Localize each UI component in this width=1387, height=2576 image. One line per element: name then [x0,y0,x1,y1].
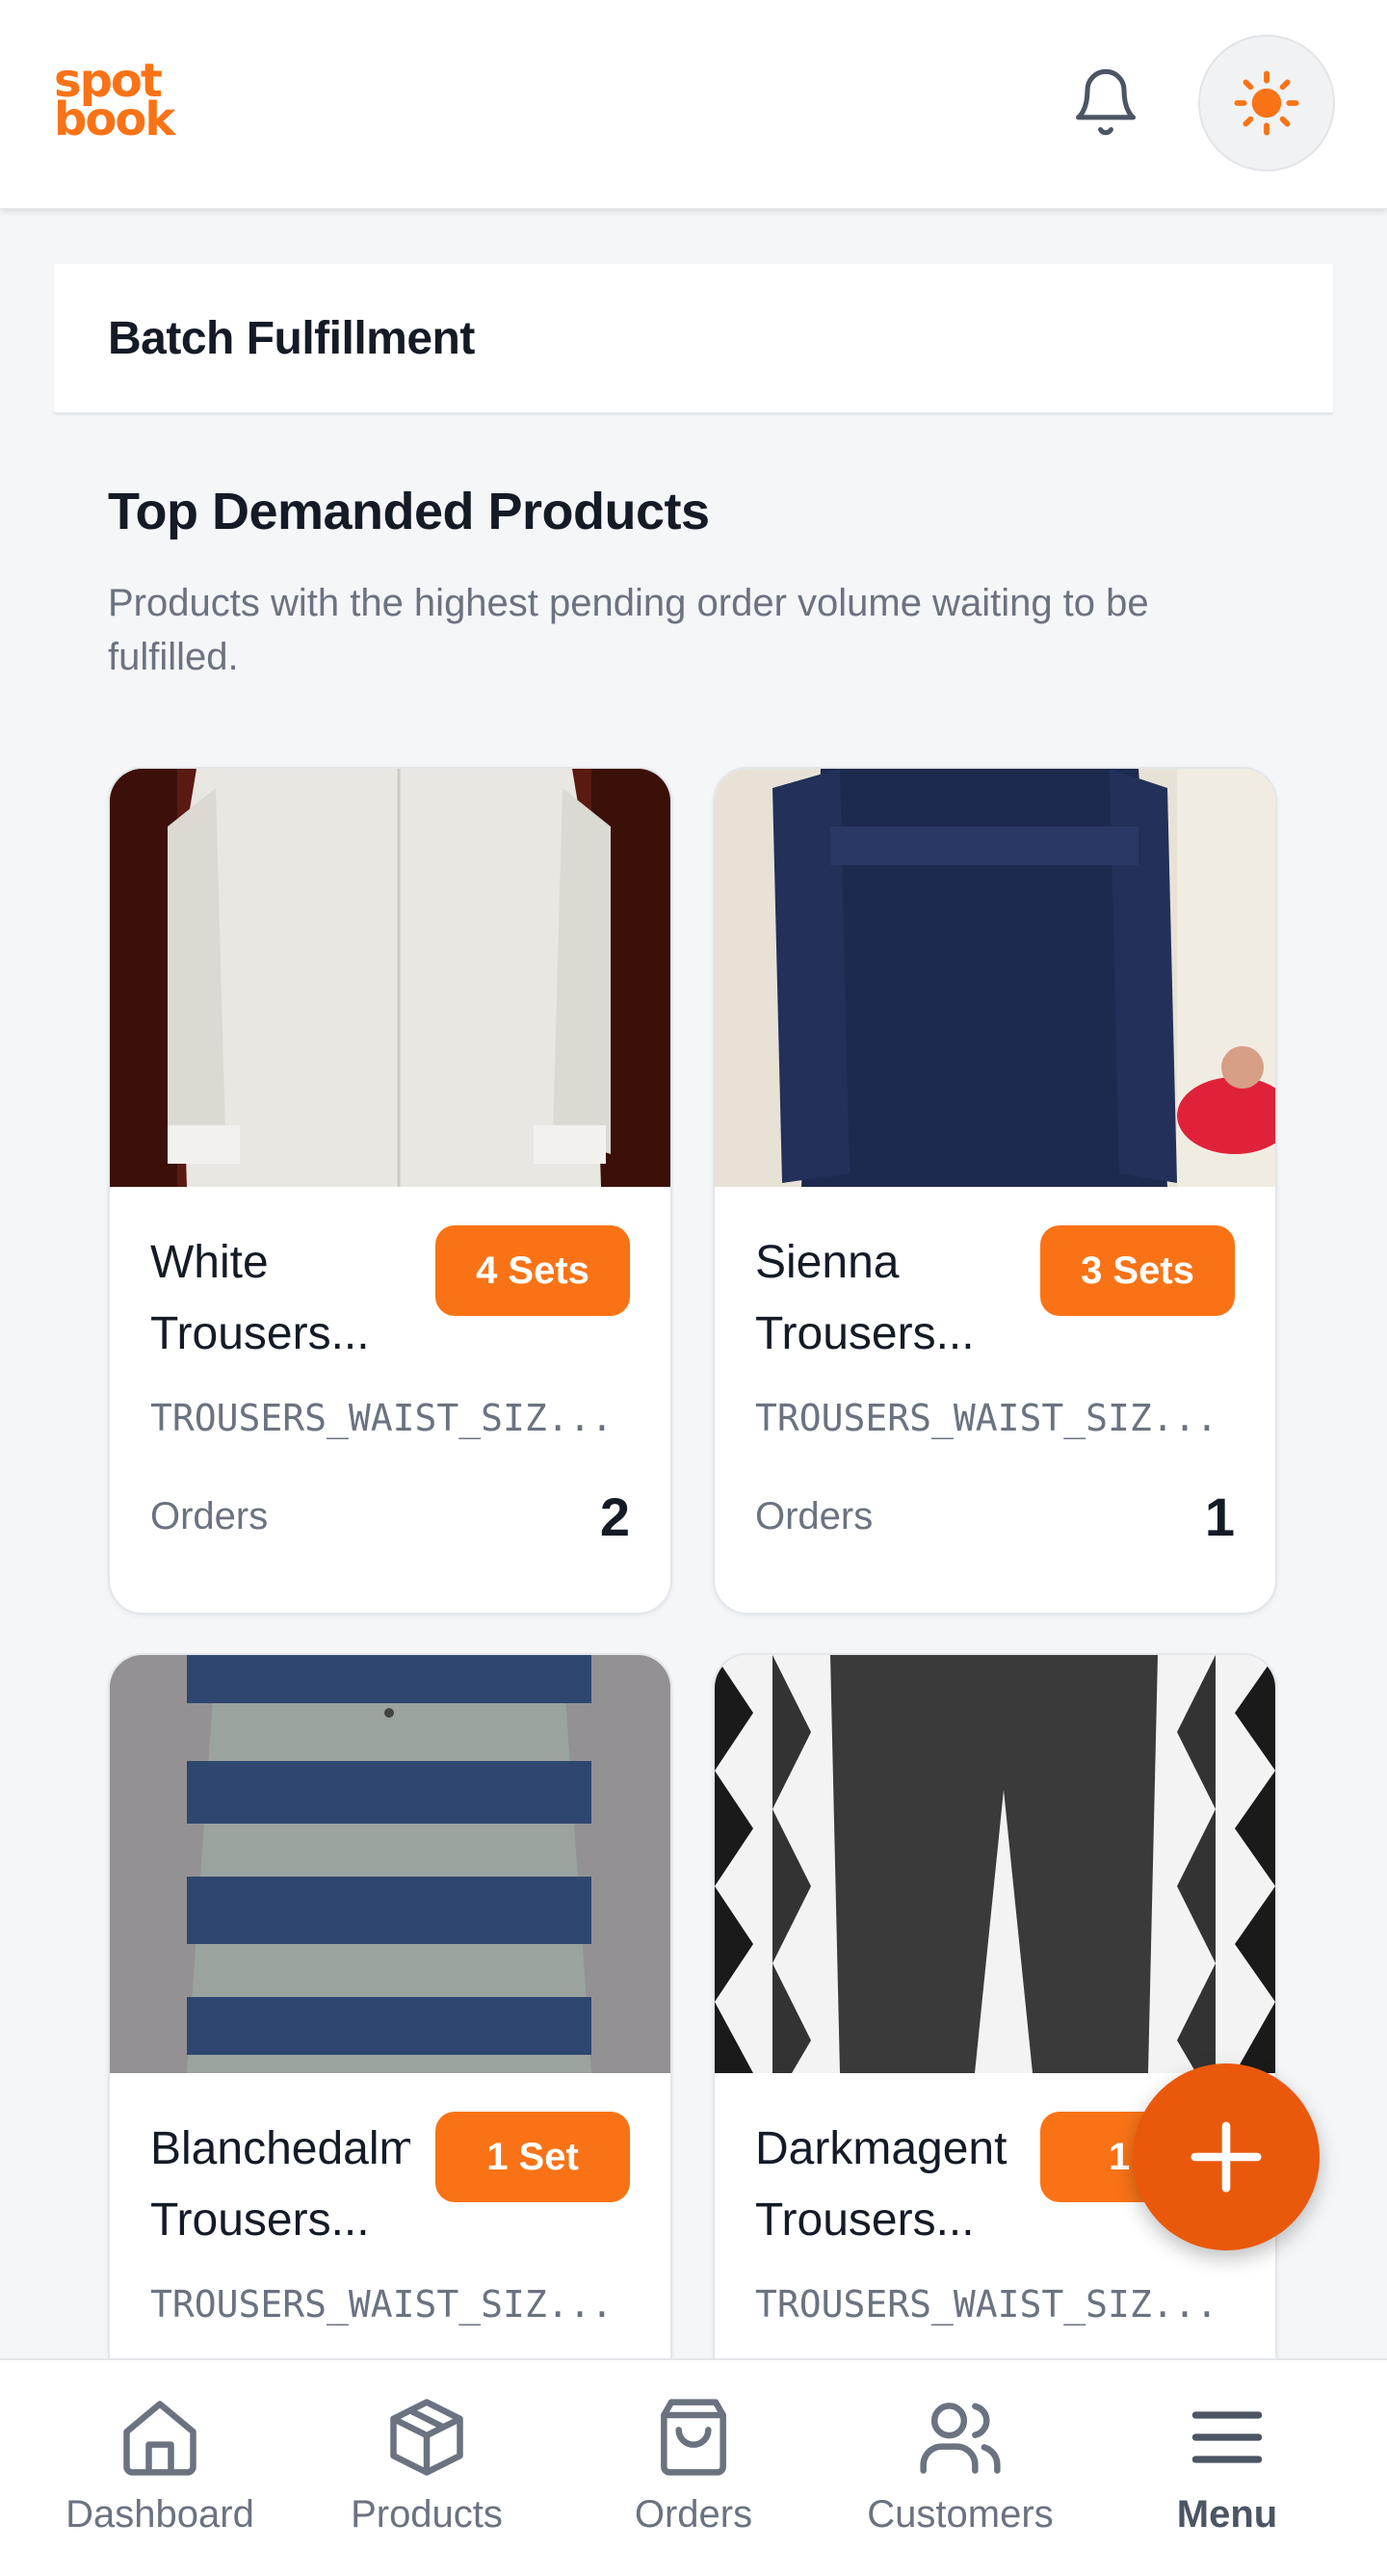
nav-item-products[interactable]: Products [311,2360,542,2576]
product-card[interactable]: Sienna Trousers... 3 Sets TROUSERS_WAIST… [713,767,1277,1615]
product-sku: TROUSERS_WAIST_SIZ... [150,1397,614,1439]
product-sku: TROUSERS_WAIST_SIZ... [755,1397,1218,1439]
product-card[interactable]: White Trousers... 4 Sets TROUSERS_WAIST_… [108,767,672,1615]
product-sku: TROUSERS_WAIST_SIZ... [150,2283,614,2326]
product-image [110,1655,670,2073]
batch-fulfillment-panel[interactable]: Batch Fulfillment [54,264,1333,414]
product-image [715,769,1275,1187]
product-name: White Trousers... [150,1237,370,1359]
bell-icon [1075,68,1137,136]
theme-toggle-button[interactable] [1198,35,1335,171]
product-card[interactable]: Blanchedalm Trousers... 1 Set TROUSERS_W… [108,1653,672,2389]
nav-item-dashboard[interactable]: Dashboard [44,2360,275,2576]
section-title: Top Demanded Products [108,483,710,540]
product-name: Sienna Trousers... [755,1237,975,1359]
plus-icon [1191,2121,1262,2193]
nav-item-orders[interactable]: Orders [578,2360,809,2576]
nav-item-menu[interactable]: Menu [1112,2360,1343,2576]
sets-badge: 1 Set [435,2112,630,2202]
batch-fulfillment-title: Batch Fulfillment [108,312,475,364]
sets-badge: 4 Sets [435,1225,630,1316]
nav-label: Orders [634,2493,753,2536]
bottom-navigation: Dashboard Products Orders Customers Menu [0,2358,1387,2576]
shopping-bag-icon [661,2399,726,2476]
product-card-body: Blanchedalm Trousers... 1 Set TROUSERS_W… [110,2073,670,2387]
add-button[interactable] [1133,2063,1320,2250]
home-icon [123,2401,196,2476]
spotbook-logo[interactable]: spot book [54,58,227,148]
orders-count: 2 [599,1486,630,1547]
nav-item-customers[interactable]: Customers [845,2360,1076,2576]
box-icon [390,2399,463,2476]
product-sku: TROUSERS_WAIST_SIZ... [755,2283,1218,2326]
product-name: Blanchedalm Trousers... [150,2123,410,2246]
app-header: spot book [0,0,1387,209]
nav-label: Menu [1176,2493,1278,2536]
sun-icon [1234,70,1299,136]
nav-label: Customers [867,2493,1054,2536]
nav-label: Dashboard [65,2493,254,2536]
users-icon [920,2403,1001,2474]
product-image [715,1655,1275,2073]
orders-label: Orders [755,1495,874,1538]
notifications-button[interactable] [1063,60,1148,145]
sets-badge: 3 Sets [1040,1225,1235,1316]
product-image [110,769,670,1187]
logo-line2: book [54,92,175,146]
product-name: Darkmagent Trousers... [755,2123,1008,2246]
product-card-body: White Trousers... 4 Sets TROUSERS_WAIST_… [110,1187,670,1613]
menu-icon [1191,2411,1263,2463]
nav-label: Products [351,2493,503,2536]
section-subtitle: Products with the highest pending order … [108,582,1149,678]
product-card-body: Sienna Trousers... 3 Sets TROUSERS_WAIST… [715,1187,1275,1613]
orders-count: 1 [1204,1486,1235,1547]
product-card[interactable]: Darkmagent Trousers... 1 S TROUSERS_WAIS… [713,1653,1277,2389]
orders-label: Orders [150,1495,269,1538]
